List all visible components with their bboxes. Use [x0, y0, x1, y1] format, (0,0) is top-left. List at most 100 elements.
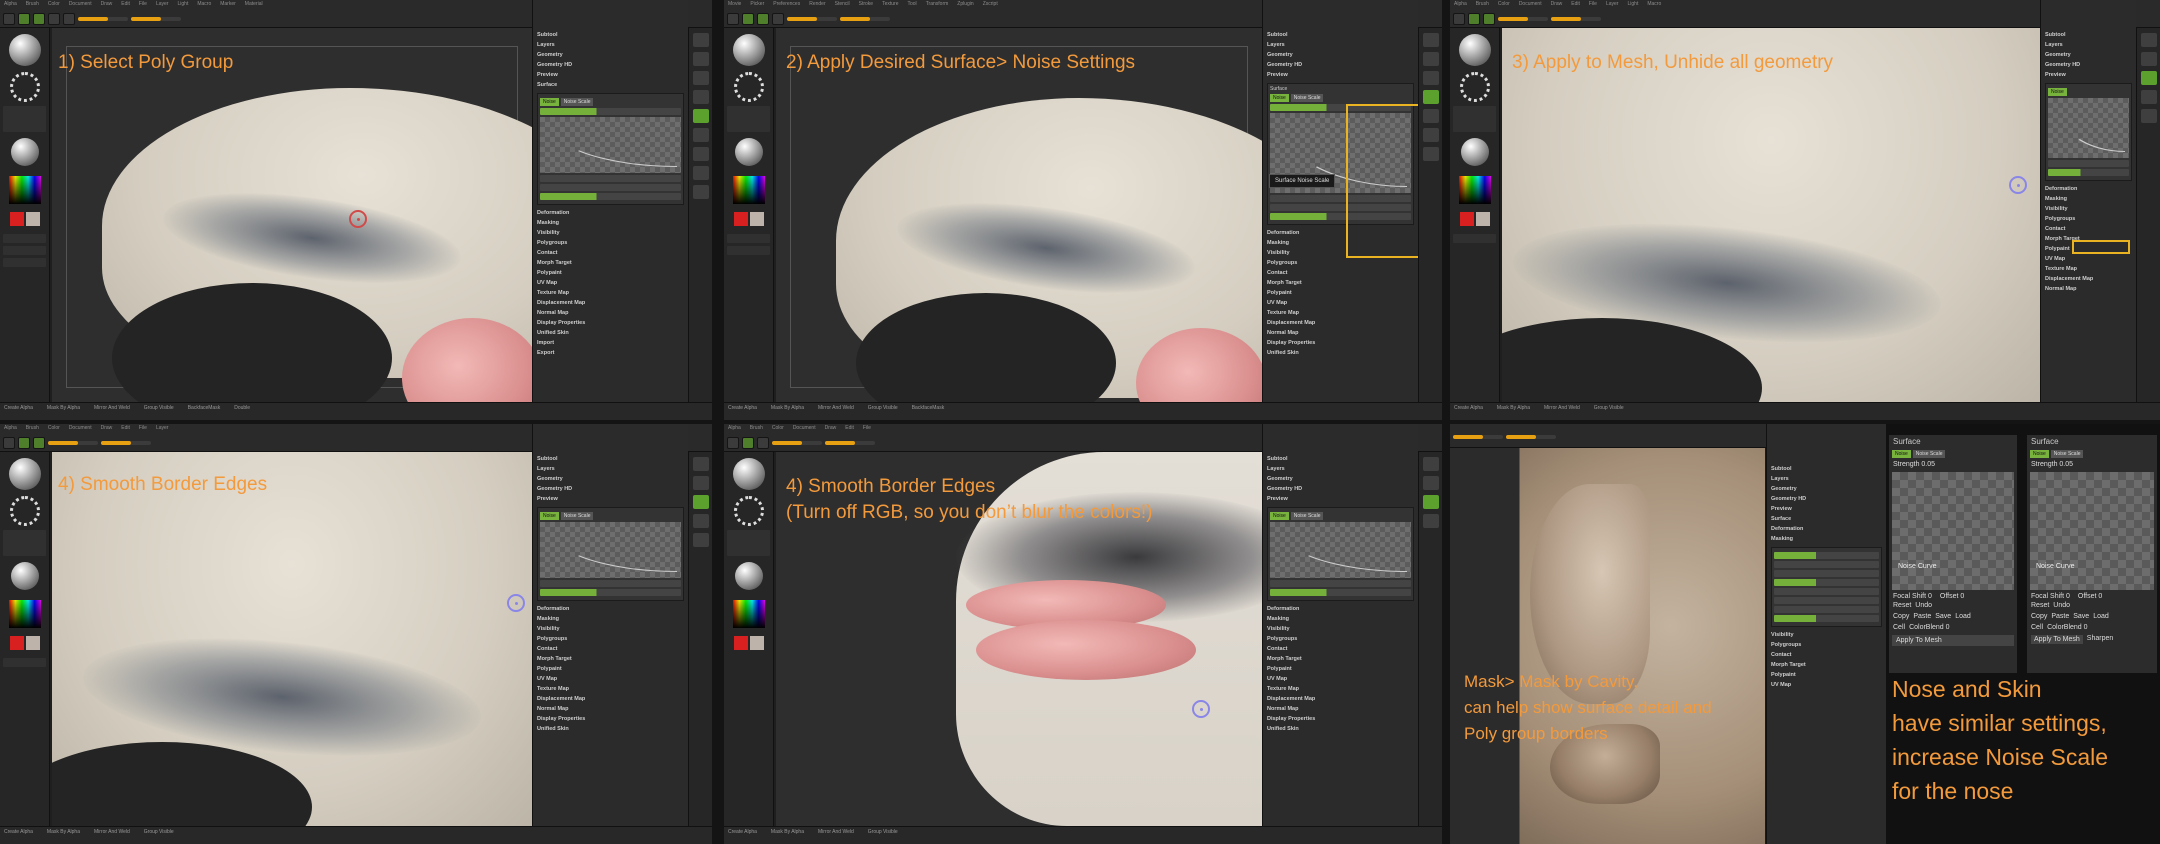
tray-item[interactable]: UV Map — [533, 674, 688, 684]
noise-button[interactable]: Noise — [2048, 88, 2067, 96]
mask-option[interactable] — [1774, 606, 1879, 613]
mask-by-alpha-button[interactable]: Mask By Alpha — [1497, 405, 1530, 418]
reset-button[interactable]: Reset — [2031, 602, 2049, 609]
tray-item[interactable]: Deformation — [1767, 524, 1886, 534]
zoom-icon[interactable] — [1422, 476, 1439, 490]
scroll-icon[interactable] — [692, 457, 709, 471]
color-picker-icon[interactable] — [732, 176, 765, 204]
aahalf-icon[interactable] — [692, 90, 709, 104]
focal-shift-slider[interactable] — [48, 440, 98, 445]
tray-item[interactable]: Display Properties — [1263, 338, 1418, 348]
viewport[interactable] — [52, 452, 532, 826]
tray-item[interactable]: Geometry — [1767, 484, 1886, 494]
menu-item[interactable]: Preferences — [773, 1, 800, 7]
tray-item[interactable]: Polygroups — [2041, 214, 2136, 224]
tray-item[interactable]: UV Map — [533, 278, 688, 288]
stroke-icon[interactable] — [9, 72, 40, 102]
tray-item[interactable]: Subtool — [533, 454, 688, 464]
menu-item[interactable]: Edit — [845, 425, 854, 431]
menu-item[interactable]: File — [139, 1, 147, 7]
menu-item[interactable]: Material — [245, 1, 263, 7]
tray-item[interactable]: Displacement Map — [2041, 274, 2136, 284]
tray-item[interactable]: Displacement Map — [1263, 694, 1418, 704]
undo-button[interactable]: Undo — [1915, 602, 1932, 609]
tray-item[interactable]: Preview — [533, 70, 688, 80]
viewport[interactable] — [1502, 28, 2040, 402]
menu-item[interactable]: Stencil — [835, 1, 850, 7]
apply-to-mesh-button[interactable] — [540, 193, 681, 200]
persp-icon[interactable] — [692, 109, 709, 123]
mirror-weld-button[interactable]: Mirror And Weld — [818, 405, 854, 418]
menu-item[interactable]: Draw — [825, 425, 837, 431]
mask-by-alpha-button[interactable]: Mask By Alpha — [771, 829, 804, 842]
tray-item[interactable]: Texture Map — [1263, 684, 1418, 694]
menu-item[interactable]: Document — [69, 425, 92, 431]
copy-button[interactable]: Copy — [2031, 613, 2047, 620]
mask-option[interactable] — [1774, 588, 1879, 595]
tray-item[interactable]: Layers — [533, 464, 688, 474]
tray-item[interactable]: Contact — [2041, 224, 2136, 234]
mask-option[interactable] — [1774, 570, 1879, 577]
stroke-icon[interactable] — [733, 496, 764, 526]
tray-item[interactable]: Unified Skin — [533, 724, 688, 734]
menu-item[interactable]: Layer — [156, 425, 169, 431]
menu-item[interactable]: Zscript — [983, 1, 998, 7]
tray-item[interactable]: Polypaint — [1263, 664, 1418, 674]
apply-to-mesh-button[interactable] — [2048, 169, 2129, 176]
draw-button[interactable] — [18, 12, 30, 25]
menu-item[interactable]: File — [1589, 1, 1597, 7]
tray-item[interactable]: Preview — [533, 494, 688, 504]
noise-curve[interactable]: Noise Curve — [1892, 472, 2014, 590]
tray-item[interactable]: Masking — [533, 218, 688, 228]
zoom-icon[interactable] — [1422, 52, 1439, 66]
tray-item[interactable]: Preview — [2041, 70, 2136, 80]
color-picker-icon[interactable] — [8, 176, 41, 204]
color-swatches[interactable] — [1450, 212, 1499, 226]
color-picker-icon[interactable] — [1458, 176, 1491, 204]
menu-item[interactable]: Brush — [26, 425, 39, 431]
tray-item[interactable]: Subtool — [1263, 454, 1418, 464]
tray-item[interactable]: Visibility — [2041, 204, 2136, 214]
menu-item[interactable]: Brush — [26, 1, 39, 7]
tray-item[interactable]: Display Properties — [533, 714, 688, 724]
scale-button[interactable] — [48, 12, 60, 25]
tray-item[interactable]: Morph Target — [1263, 654, 1418, 664]
menu-item[interactable]: Brush — [750, 425, 763, 431]
create-alpha-button[interactable]: Create Alpha — [4, 829, 33, 842]
noise-curve[interactable]: Noise Curve — [2030, 472, 2154, 590]
draw-button[interactable] — [742, 12, 754, 25]
frame-icon[interactable] — [692, 533, 709, 547]
focal-shift-value[interactable]: Focal Shift 0 — [2031, 593, 2070, 600]
focal-shift-slider[interactable] — [1498, 16, 1548, 21]
tray-item[interactable]: Displacement Map — [533, 694, 688, 704]
tray-item[interactable]: Polygroups — [1767, 640, 1886, 650]
colorblend-slider[interactable]: ColorBlend 0 — [2047, 624, 2087, 631]
draw-button[interactable] — [18, 436, 30, 449]
group-visible-button[interactable]: Group Visible — [144, 829, 174, 842]
shelf-button[interactable] — [3, 246, 46, 255]
tray-item[interactable]: Geometry HD — [533, 484, 688, 494]
create-alpha-button[interactable]: Create Alpha — [4, 405, 33, 418]
noise-scale-button[interactable]: Noise Scale — [1290, 94, 1324, 102]
menu-item[interactable]: Light — [177, 1, 188, 7]
stroke-icon[interactable] — [9, 496, 40, 526]
mask-option[interactable] — [1774, 561, 1879, 568]
tray-item[interactable]: Layers — [2041, 40, 2136, 50]
draw-button[interactable] — [1468, 12, 1480, 25]
undo-button[interactable]: Undo — [2053, 602, 2070, 609]
group-visible-button[interactable]: Group Visible — [144, 405, 174, 418]
tray-item[interactable]: Polypaint — [1767, 670, 1886, 680]
tray-item[interactable]: Geometry — [533, 474, 688, 484]
noise-curve[interactable] — [2048, 98, 2129, 158]
menu-item[interactable]: Alpha — [1454, 1, 1467, 7]
focal-shift-slider[interactable] — [1270, 580, 1411, 587]
tray-item[interactable]: Geometry — [1263, 474, 1418, 484]
menu-item[interactable]: Color — [48, 1, 60, 7]
mask-option[interactable] — [1774, 552, 1879, 559]
noise-scale-button[interactable]: Noise Scale — [560, 512, 594, 520]
tray-item[interactable]: Masking — [533, 614, 688, 624]
scroll-icon[interactable] — [1422, 33, 1439, 47]
tray-item[interactable]: Contact — [533, 248, 688, 258]
menu-item[interactable]: Render — [809, 1, 825, 7]
shelf-button[interactable] — [3, 234, 46, 243]
